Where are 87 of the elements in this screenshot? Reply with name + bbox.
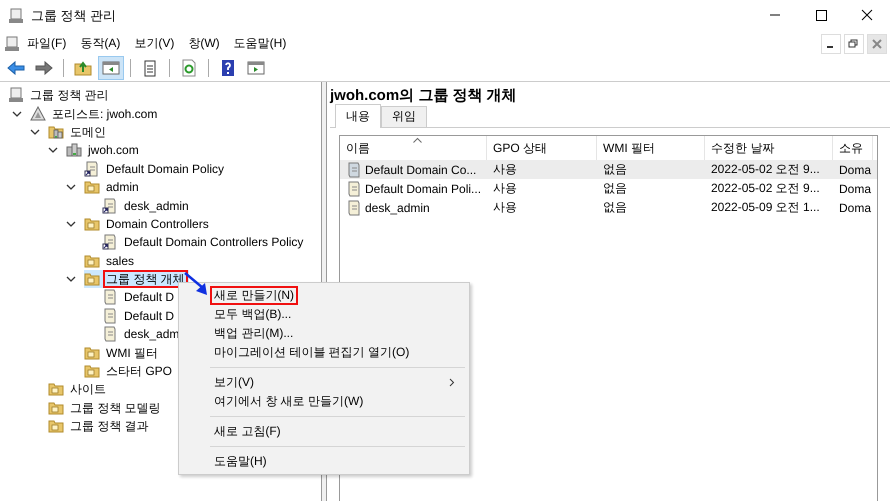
folder-icon (84, 271, 100, 288)
shortcut-document-icon (84, 160, 100, 177)
table-cell: 없음 (603, 199, 627, 216)
table-row[interactable]: Default Domain Poli... 사용 없음 2022-05-02 오전 9... Doma (340, 179, 877, 198)
document-icon (102, 326, 118, 342)
tree-item[interactable]: 그룹 정책 관리 (27, 86, 112, 104)
tree-item[interactable]: 그룹 정책 결과 (67, 417, 152, 436)
folder-icon (84, 344, 100, 361)
minimize-button[interactable] (821, 34, 841, 54)
tree-item[interactable]: 그룹 정책 모델링 (67, 398, 164, 417)
folder-icon (84, 252, 100, 269)
menu-item[interactable]: 백업 관리(M)... (210, 324, 298, 343)
table-cell: Default Domain Co... (365, 162, 476, 176)
tree-item[interactable]: Default Domain Policy (103, 160, 228, 178)
tab[interactable]: 내용 (335, 104, 381, 128)
table-row[interactable]: desk_admin 사용 없음 2022-05-09 오전 1... Doma (340, 198, 877, 217)
tree-item[interactable]: Default Domain Controllers Policy (121, 233, 306, 252)
folder-icon (84, 363, 100, 380)
tree-item[interactable]: Domain Controllers (103, 214, 212, 233)
tree-item[interactable]: Default D (121, 288, 178, 306)
table-cell: Doma (839, 162, 872, 176)
menu-item[interactable]: 보기(V) (127, 35, 182, 52)
sort-caret-icon (413, 137, 422, 143)
table-cell: 2022-05-09 오전 1... (711, 199, 820, 216)
table-cell: 사용 (493, 161, 517, 178)
triangle-icon (30, 106, 46, 122)
table-cell: 사용 (493, 180, 517, 197)
menu-item[interactable]: 창(W) (181, 35, 227, 52)
folder-icon (48, 418, 64, 434)
pane-toggle-icon[interactable] (98, 56, 124, 80)
table-cell: 2022-05-02 오전 9... (711, 161, 820, 178)
tree-item[interactable]: 도메인 (67, 122, 109, 141)
tree-item[interactable]: 사이트 (67, 380, 109, 398)
tree-item[interactable]: 포리스트: jwoh.com (49, 104, 160, 123)
folder-icon (84, 179, 100, 196)
collapse-chevron-icon[interactable] (48, 145, 58, 156)
app-icon (8, 8, 24, 24)
document-icon (346, 180, 362, 196)
tree-item[interactable]: WMI 필터 (103, 344, 161, 362)
document-icon (102, 289, 118, 306)
table-cell: 없음 (603, 180, 627, 197)
menu-item[interactable]: 마이그레이션 테이블 편집기 열기(O) (210, 343, 414, 362)
shortcut-document-icon (102, 234, 118, 250)
table-row[interactable]: Default Domain Co... 사용 없음 2022-05-02 오전 9... Doma (340, 160, 877, 179)
tab[interactable]: 위임 (381, 106, 427, 127)
folder-icon (48, 381, 64, 398)
table-cell: Doma (839, 200, 872, 214)
document-icon (102, 308, 118, 324)
table-cell: 없음 (603, 161, 627, 178)
tree-item[interactable]: sales (103, 252, 138, 270)
console-icon (8, 87, 24, 104)
window-title: 그룹 정책 관리 (31, 7, 116, 25)
collapse-chevron-icon[interactable] (66, 182, 76, 192)
tree-item[interactable]: 스타터 GPO (103, 362, 176, 380)
tree-item[interactable]: desk_adm (121, 325, 182, 344)
menu-item[interactable]: 파일(F) (20, 35, 74, 52)
table-cell: 사용 (493, 199, 517, 216)
table-cell: desk_admin (365, 200, 430, 214)
menu-item[interactable]: 새로 만들기(N) (210, 286, 298, 305)
tree-item[interactable]: desk_admin (121, 196, 192, 215)
tree-item[interactable]: Default D (121, 306, 178, 325)
server-icon (66, 142, 82, 158)
collapse-chevron-icon[interactable] (66, 218, 76, 229)
menu-item[interactable]: 새로 고침(F) (210, 422, 285, 441)
menu-item[interactable]: 도움말(H) (210, 452, 271, 471)
tree-item[interactable]: jwoh.com (85, 141, 142, 160)
folder-icon (84, 216, 100, 232)
menu-item[interactable]: 보기(V) (210, 373, 258, 392)
collapse-chevron-icon[interactable] (30, 126, 40, 137)
menu-item[interactable]: 동작(A) (73, 35, 128, 52)
table-cell: Doma (839, 182, 872, 196)
tree-item[interactable]: admin (103, 178, 142, 196)
menu-item[interactable]: 도움말(H) (226, 35, 294, 52)
table-cell: Default Domain Poli... (365, 182, 482, 196)
console-icon (4, 36, 20, 52)
shortcut-document-icon (102, 198, 118, 214)
restore-button[interactable] (844, 34, 864, 54)
collapse-chevron-icon[interactable] (12, 108, 22, 119)
table-cell: 2022-05-02 오전 9... (711, 180, 820, 197)
menu-item[interactable]: 여기에서 창 새로 만들기(W) (210, 392, 368, 411)
document-icon (346, 200, 362, 216)
pane-title: jwoh.com의 그룹 정책 개체 (330, 86, 518, 106)
server-folder-icon (48, 124, 64, 140)
document-icon (346, 162, 362, 178)
collapse-chevron-icon[interactable] (66, 274, 76, 284)
folder-icon (48, 400, 64, 416)
menu-item[interactable]: 모두 백업(B)... (210, 305, 296, 324)
